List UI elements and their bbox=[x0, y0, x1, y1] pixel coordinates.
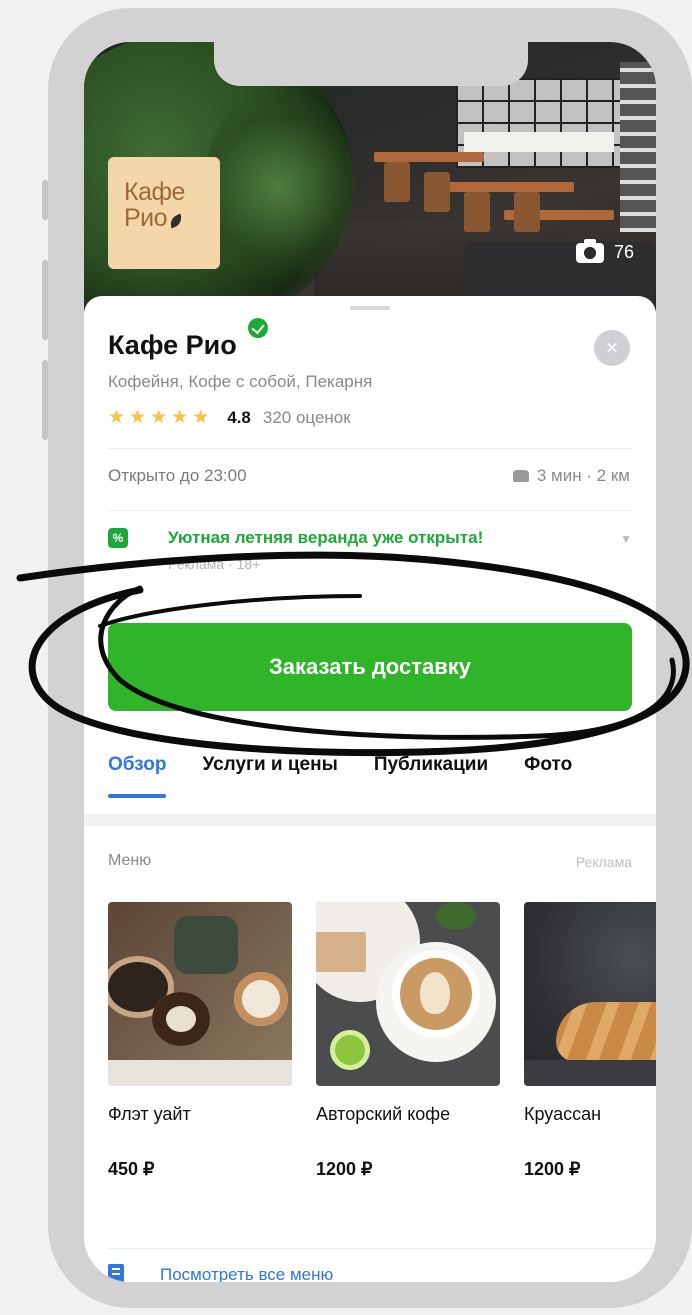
image-detail bbox=[436, 902, 476, 930]
menu-item-card[interactable]: Флэт уайт 450 ₽ bbox=[108, 902, 292, 1180]
image-detail bbox=[556, 1002, 656, 1062]
image-detail bbox=[330, 1030, 370, 1070]
image-detail bbox=[108, 1060, 292, 1086]
menu-item-name: Флэт уайт bbox=[108, 1104, 191, 1124]
menu-book-icon bbox=[108, 1264, 124, 1282]
divider bbox=[108, 1248, 656, 1249]
phone-side-button bbox=[42, 260, 48, 340]
star-icon: ★ bbox=[129, 407, 147, 428]
leaf-icon bbox=[167, 213, 185, 229]
menu-item-card[interactable]: Круассан 1200 ₽ bbox=[524, 902, 656, 1180]
menu-item-card[interactable]: Авторский кофе 1200 ₽ bbox=[316, 902, 500, 1180]
rating-row[interactable]: ★ ★ ★ ★ ★ 4.8 320 оценок bbox=[108, 406, 351, 429]
place-tabs: Обзор Услуги и цены Публикации Фото bbox=[108, 754, 572, 798]
hero-counter bbox=[464, 132, 614, 152]
close-icon: × bbox=[605, 335, 619, 360]
view-all-menu-link[interactable]: Посмотреть все меню bbox=[108, 1264, 333, 1282]
menu-carousel[interactable]: Флэт уайт 450 ₽ Авторский кофе 1200 ₽ Кр… bbox=[108, 902, 656, 1180]
hero-table bbox=[444, 182, 574, 192]
image-detail bbox=[420, 972, 450, 1014]
photo-count-badge[interactable]: 76 bbox=[575, 238, 634, 263]
place-card-sheet: Кафе Рио × Кофейня, Кофе с собой, Пекарн… bbox=[84, 296, 656, 1282]
hero-chair bbox=[514, 192, 540, 232]
cafe-logo: Кафе Рио bbox=[108, 157, 220, 269]
star-icon: ★ bbox=[171, 407, 189, 428]
view-all-menu-label: Посмотреть все меню bbox=[160, 1265, 334, 1282]
close-button[interactable]: × bbox=[594, 330, 630, 366]
menu-item-price: 1200 ₽ bbox=[316, 1159, 373, 1179]
place-name: Кафе Рио bbox=[108, 330, 237, 360]
hero-plant bbox=[204, 82, 354, 292]
image-detail bbox=[152, 992, 210, 1046]
menu-ad-label: Реклама bbox=[575, 854, 632, 870]
image-detail bbox=[524, 1060, 656, 1086]
tabs-fade bbox=[626, 746, 656, 782]
sheet-grabber[interactable] bbox=[350, 306, 390, 310]
menu-item-image bbox=[108, 902, 292, 1086]
menu-section-title: Меню bbox=[108, 852, 152, 869]
promo-ad-label: Реклама · 18+ bbox=[168, 556, 261, 572]
hero-chair bbox=[464, 192, 490, 232]
image-detail bbox=[316, 932, 366, 972]
car-icon bbox=[512, 470, 529, 482]
tab-overview[interactable]: Обзор bbox=[108, 754, 167, 798]
promo-icon: % bbox=[108, 528, 128, 548]
hero-shelf bbox=[620, 62, 656, 232]
verified-icon bbox=[248, 318, 268, 338]
menu-item-price: 450 ₽ bbox=[108, 1159, 155, 1179]
hero-chair bbox=[384, 162, 410, 202]
rating-count: 320 оценок bbox=[262, 407, 351, 427]
hero-table bbox=[374, 152, 484, 162]
opening-hours[interactable]: Открыто до 23:00 bbox=[108, 466, 247, 486]
menu-item-name: Авторский кофе bbox=[316, 1104, 451, 1124]
phone-side-button bbox=[42, 360, 48, 440]
menu-item-name: Круассан bbox=[524, 1104, 602, 1124]
image-detail bbox=[234, 972, 288, 1026]
menu-item-image bbox=[316, 902, 500, 1086]
menu-item-image bbox=[524, 902, 656, 1086]
star-icon: ★ bbox=[150, 407, 168, 428]
promo-banner-text[interactable]: Уютная летняя веранда уже открыта! bbox=[168, 528, 483, 548]
section-separator bbox=[84, 814, 656, 826]
camera-icon bbox=[575, 238, 604, 263]
tab-photos[interactable]: Фото bbox=[524, 754, 572, 776]
tab-publications[interactable]: Публикации bbox=[374, 754, 488, 776]
tab-services-prices[interactable]: Услуги и цены bbox=[202, 754, 337, 776]
logo-text-line2: Рио bbox=[124, 204, 168, 232]
phone-side-button bbox=[42, 180, 48, 220]
photo-count: 76 bbox=[613, 242, 634, 262]
phone-screen: Кафе Рио 76 Кафе Рио × Кофейня, Кофе с с… bbox=[84, 42, 656, 1282]
menu-item-price: 1200 ₽ bbox=[524, 1159, 581, 1179]
route-text: 3 мин · 2 км bbox=[536, 466, 630, 485]
star-icon: ★ bbox=[108, 407, 126, 428]
image-detail bbox=[174, 916, 238, 974]
phone-notch bbox=[214, 42, 528, 86]
star-icon: ★ bbox=[192, 407, 210, 428]
order-delivery-button[interactable]: Заказать доставку bbox=[108, 623, 632, 711]
rating-score: 4.8 bbox=[227, 407, 251, 427]
chevron-down-icon[interactable]: ▼ bbox=[620, 532, 632, 546]
divider bbox=[108, 448, 632, 449]
divider bbox=[108, 510, 632, 511]
place-categories: Кофейня, Кофе с собой, Пекарня bbox=[108, 372, 373, 391]
hero-chair bbox=[424, 172, 450, 212]
route-info[interactable]: 3 мин · 2 км bbox=[512, 466, 630, 486]
logo-text-line1: Кафе bbox=[124, 178, 185, 206]
